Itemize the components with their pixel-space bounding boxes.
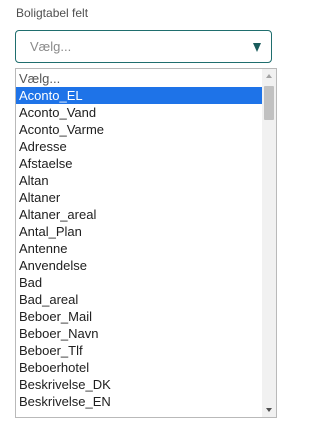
dropdown-option[interactable]: Anvendelse [16, 257, 262, 274]
dropdown-option[interactable]: Bad_areal [16, 291, 262, 308]
select-value: Vælg... [30, 39, 72, 54]
dropdown-option[interactable]: Altaner [16, 189, 262, 206]
dropdown-option[interactable]: Aconto_EL [16, 87, 262, 104]
scroll-thumb[interactable] [264, 86, 274, 120]
dropdown-option[interactable]: Vælg... [16, 70, 262, 87]
dropdown-option[interactable]: Beboer_Tlf [16, 342, 262, 359]
dropdown-option[interactable]: Beskrivelse_DK [16, 376, 262, 393]
field-label: Boligtabel felt [16, 6, 89, 20]
dropdown-option[interactable]: Beboerhotel [16, 359, 262, 376]
dropdown-option[interactable]: Afstaelse [16, 155, 262, 172]
dropdown-option[interactable]: Altan [16, 172, 262, 189]
boligtabel-select[interactable]: Vælg... [15, 30, 272, 63]
dropdown-option[interactable]: Antenne [16, 240, 262, 257]
scroll-up-icon[interactable] [266, 74, 272, 78]
scroll-down-icon[interactable] [266, 408, 272, 412]
dropdown-option[interactable]: Adresse [16, 138, 262, 155]
options-list: Vælg... Aconto_EL Aconto_Vand Aconto_Varme A… [16, 70, 262, 410]
dropdown-option[interactable]: Beboer_Navn [16, 325, 262, 342]
dropdown-option[interactable]: Altaner_areal [16, 206, 262, 223]
dropdown-option[interactable]: Bad [16, 274, 262, 291]
chevron-down-icon[interactable] [253, 43, 261, 52]
scrollbar[interactable] [262, 69, 276, 417]
dropdown-list[interactable]: Vælg... Aconto_EL Aconto_Vand Aconto_Varme A… [15, 68, 277, 418]
dropdown-option[interactable]: Aconto_Vand [16, 104, 262, 121]
dropdown-option[interactable]: Beskrivelse_EN [16, 393, 262, 410]
dropdown-option[interactable]: Aconto_Varme [16, 121, 262, 138]
dropdown-option[interactable]: Beboer_Mail [16, 308, 262, 325]
dropdown-option[interactable]: Antal_Plan [16, 223, 262, 240]
